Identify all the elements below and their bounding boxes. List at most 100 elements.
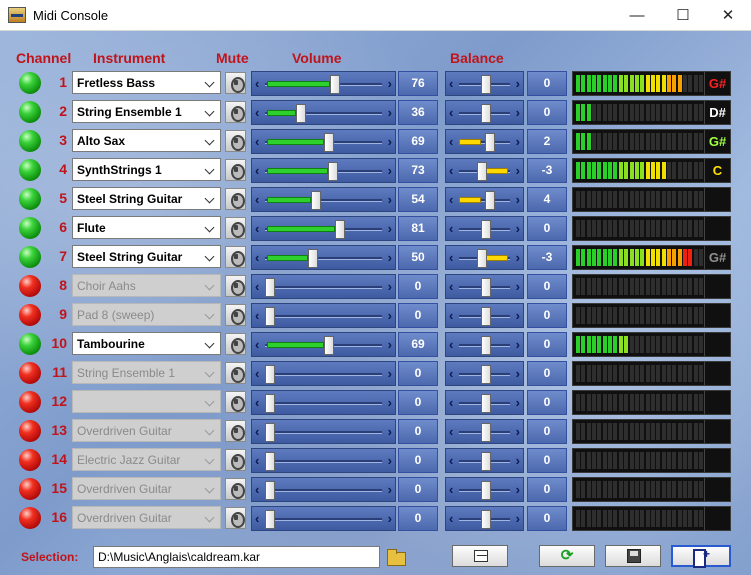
arrow-right-icon[interactable]: › [516, 222, 520, 236]
balance-slider[interactable]: ‹ › [445, 332, 524, 357]
balance-slider[interactable]: ‹ › [445, 419, 524, 444]
balance-thumb[interactable] [480, 423, 491, 442]
channel-led-icon[interactable] [19, 362, 41, 384]
chevron-down-icon[interactable] [203, 190, 217, 208]
arrow-right-icon[interactable]: › [388, 338, 392, 352]
mute-button[interactable] [225, 449, 246, 471]
arrow-left-icon[interactable]: ‹ [255, 106, 259, 120]
volume-slider[interactable]: ‹ › [251, 187, 396, 212]
refresh-button[interactable]: ⟳ [539, 545, 595, 567]
arrow-right-icon[interactable]: › [388, 367, 392, 381]
arrow-right-icon[interactable]: › [516, 425, 520, 439]
arrow-left-icon[interactable]: ‹ [255, 164, 259, 178]
arrow-left-icon[interactable]: ‹ [255, 309, 259, 323]
instrument-select[interactable]: Electric Jazz Guitar [72, 448, 221, 471]
balance-slider[interactable]: ‹ › [445, 100, 524, 125]
volume-thumb[interactable] [265, 307, 275, 326]
balance-thumb[interactable] [480, 481, 491, 500]
chevron-down-icon[interactable] [203, 277, 217, 295]
balance-slider[interactable]: ‹ › [445, 477, 524, 502]
arrow-right-icon[interactable]: › [388, 135, 392, 149]
instrument-select[interactable]: Choir Aahs [72, 274, 221, 297]
chevron-down-icon[interactable] [203, 393, 217, 411]
arrow-left-icon[interactable]: ‹ [449, 77, 453, 91]
volume-thumb[interactable] [265, 278, 275, 297]
instrument-select[interactable]: String Ensemble 1 [72, 361, 221, 384]
chevron-down-icon[interactable] [203, 306, 217, 324]
chevron-down-icon[interactable] [203, 219, 217, 237]
channel-led-icon[interactable] [19, 101, 41, 123]
arrow-right-icon[interactable]: › [516, 396, 520, 410]
arrow-left-icon[interactable]: ‹ [255, 425, 259, 439]
chevron-down-icon[interactable] [203, 248, 217, 266]
volume-thumb[interactable] [295, 104, 306, 123]
arrow-left-icon[interactable]: ‹ [255, 483, 259, 497]
chevron-down-icon[interactable] [203, 422, 217, 440]
volume-slider[interactable]: ‹ › [251, 216, 396, 241]
mute-button[interactable] [225, 130, 246, 152]
arrow-right-icon[interactable]: › [516, 251, 520, 265]
mute-button[interactable] [225, 101, 246, 123]
arrow-left-icon[interactable]: ‹ [449, 367, 453, 381]
arrow-right-icon[interactable]: › [388, 396, 392, 410]
balance-thumb[interactable] [484, 191, 495, 210]
arrow-left-icon[interactable]: ‹ [449, 222, 453, 236]
volume-slider[interactable]: ‹ › [251, 100, 396, 125]
arrow-left-icon[interactable]: ‹ [449, 309, 453, 323]
balance-slider[interactable]: ‹ › [445, 129, 524, 154]
mute-button[interactable] [225, 420, 246, 442]
arrow-left-icon[interactable]: ‹ [449, 280, 453, 294]
instrument-select[interactable]: Overdriven Guitar [72, 506, 221, 529]
balance-thumb[interactable] [484, 133, 495, 152]
save-button[interactable] [605, 545, 661, 567]
mute-button[interactable] [225, 507, 246, 529]
mute-button[interactable] [225, 72, 246, 94]
channel-led-icon[interactable] [19, 420, 41, 442]
instrument-select[interactable] [72, 390, 221, 413]
volume-slider[interactable]: ‹ › [251, 506, 396, 531]
balance-thumb[interactable] [480, 394, 491, 413]
volume-slider[interactable]: ‹ › [251, 419, 396, 444]
arrow-left-icon[interactable]: ‹ [255, 251, 259, 265]
chevron-down-icon[interactable] [203, 364, 217, 382]
channel-led-icon[interactable] [19, 449, 41, 471]
balance-slider[interactable]: ‹ › [445, 390, 524, 415]
arrow-left-icon[interactable]: ‹ [449, 251, 453, 265]
volume-thumb[interactable] [324, 336, 335, 355]
arrow-right-icon[interactable]: › [516, 454, 520, 468]
volume-slider[interactable]: ‹ › [251, 158, 396, 183]
channel-led-icon[interactable] [19, 304, 41, 326]
arrow-right-icon[interactable]: › [516, 483, 520, 497]
mute-button[interactable] [225, 333, 246, 355]
arrow-left-icon[interactable]: ‹ [255, 135, 259, 149]
channel-led-icon[interactable] [19, 72, 41, 94]
instrument-select[interactable]: Fretless Bass [72, 71, 221, 94]
chevron-down-icon[interactable] [203, 161, 217, 179]
arrow-left-icon[interactable]: ‹ [449, 483, 453, 497]
arrow-right-icon[interactable]: › [388, 106, 392, 120]
balance-slider[interactable]: ‹ › [445, 506, 524, 531]
arrow-left-icon[interactable]: ‹ [449, 396, 453, 410]
arrow-right-icon[interactable]: › [388, 280, 392, 294]
arrow-left-icon[interactable]: ‹ [449, 106, 453, 120]
arrow-left-icon[interactable]: ‹ [255, 454, 259, 468]
chevron-down-icon[interactable] [203, 480, 217, 498]
arrow-right-icon[interactable]: › [388, 77, 392, 91]
maximize-button[interactable]: ☐ [660, 0, 706, 31]
chevron-down-icon[interactable] [203, 74, 217, 92]
arrow-right-icon[interactable]: › [388, 309, 392, 323]
close-button[interactable]: ✕ [705, 0, 751, 31]
arrow-right-icon[interactable]: › [516, 164, 520, 178]
balance-thumb[interactable] [480, 510, 491, 529]
arrow-right-icon[interactable]: › [516, 280, 520, 294]
arrow-right-icon[interactable]: › [516, 77, 520, 91]
volume-slider[interactable]: ‹ › [251, 274, 396, 299]
arrow-left-icon[interactable]: ‹ [449, 512, 453, 526]
balance-thumb[interactable] [480, 278, 491, 297]
arrow-left-icon[interactable]: ‹ [255, 222, 259, 236]
arrow-left-icon[interactable]: ‹ [449, 425, 453, 439]
volume-slider[interactable]: ‹ › [251, 71, 396, 96]
volume-slider[interactable]: ‹ › [251, 245, 396, 270]
chevron-down-icon[interactable] [203, 509, 217, 527]
instrument-select[interactable]: Tambourine [72, 332, 221, 355]
